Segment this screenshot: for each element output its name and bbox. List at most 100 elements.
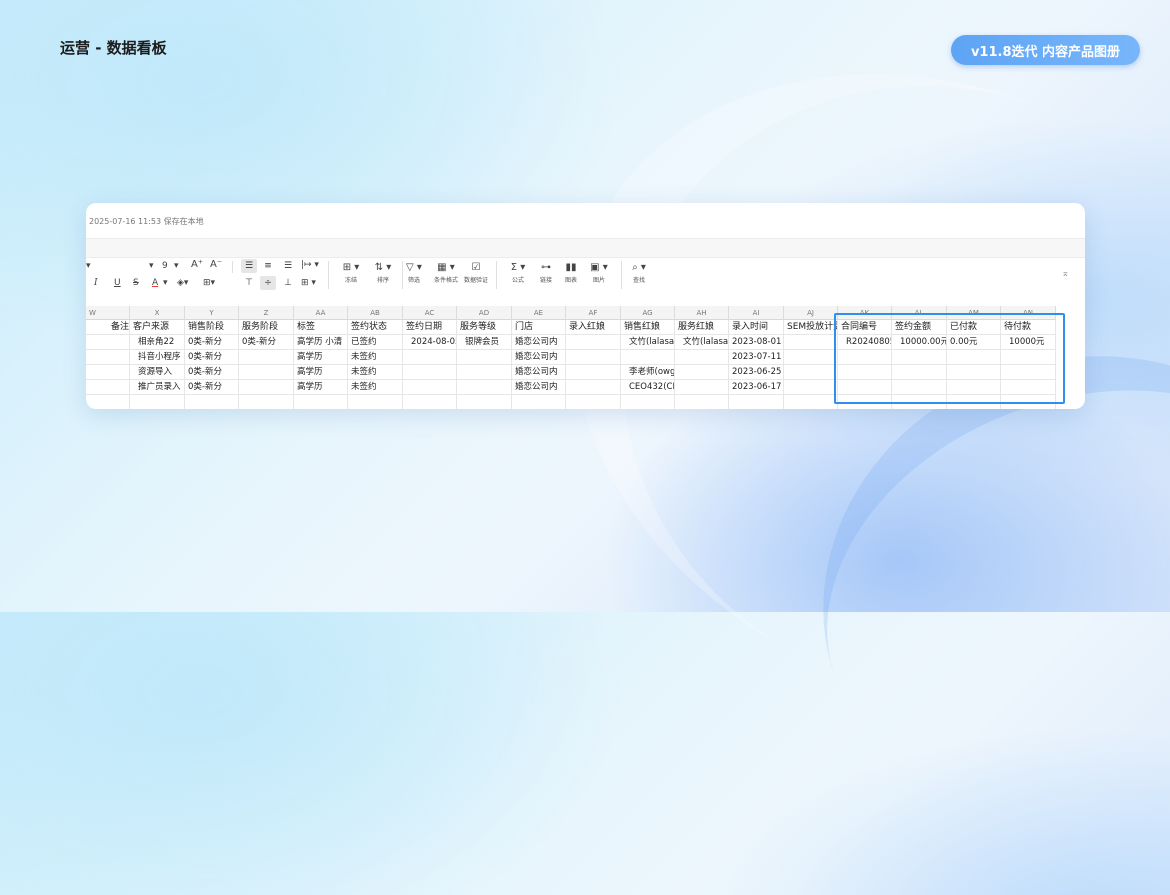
table-cell[interactable]: 婚恋公司内	[512, 335, 566, 350]
table-cell[interactable]: CEO432(CEO	[621, 380, 675, 395]
table-cell[interactable]	[86, 395, 130, 409]
font-grow-button[interactable]: A⁺	[191, 259, 203, 270]
table-cell[interactable]	[784, 350, 838, 365]
table-cell[interactable]: 未签约	[348, 365, 403, 380]
table-cell[interactable]	[239, 395, 294, 409]
table-cell[interactable]	[566, 380, 621, 395]
table-cell[interactable]	[675, 365, 729, 380]
table-cell[interactable]	[784, 380, 838, 395]
table-cell[interactable]: 已签约	[348, 335, 403, 350]
font-shrink-button[interactable]: A⁻	[210, 259, 222, 270]
align-center-icon[interactable]: ≡	[260, 259, 276, 273]
table-cell[interactable]: 文竹(lalasan	[621, 335, 675, 350]
fill-color-icon[interactable]: ◈▾	[177, 278, 188, 288]
table-cell[interactable]	[457, 350, 512, 365]
table-cell[interactable]	[512, 395, 566, 409]
table-cell[interactable]	[294, 395, 348, 409]
table-cell[interactable]	[621, 350, 675, 365]
toolbar-sort[interactable]: ⇅ ▾ 排序	[368, 261, 398, 284]
merge-cells-icon[interactable]: ⊞ ▾	[301, 278, 316, 288]
toolbar-filter[interactable]: ▽ ▾ 筛选	[399, 261, 429, 284]
header-cell[interactable]: 备注	[86, 320, 130, 335]
header-cell[interactable]: 客户来源	[130, 320, 185, 335]
table-cell[interactable]: 高学历	[294, 350, 348, 365]
header-cell[interactable]: 标签	[294, 320, 348, 335]
table-cell[interactable]	[86, 380, 130, 395]
table-cell[interactable]	[675, 380, 729, 395]
table-cell[interactable]: 0类-新分	[185, 380, 239, 395]
table-cell[interactable]	[348, 395, 403, 409]
valign-middle-icon[interactable]: ÷	[260, 276, 276, 290]
italic-button[interactable]: I	[94, 278, 98, 288]
table-cell[interactable]: 2023-07-11 0	[729, 350, 784, 365]
table-cell[interactable]: 抖音小程序	[130, 350, 185, 365]
table-cell[interactable]	[621, 395, 675, 409]
table-cell[interactable]	[784, 335, 838, 350]
toolbar-find[interactable]: ⌕ ▾ 查找	[624, 261, 654, 284]
table-cell[interactable]	[239, 380, 294, 395]
header-cell[interactable]: 录入时间	[729, 320, 784, 335]
header-cell[interactable]: SEM投放计划	[784, 320, 838, 335]
header-cell[interactable]: 签约日期	[403, 320, 457, 335]
table-cell[interactable]	[403, 395, 457, 409]
header-cell[interactable]: 服务阶段	[239, 320, 294, 335]
header-cell[interactable]: 签约状态	[348, 320, 403, 335]
toolbar-freeze[interactable]: ⊞ ▾ 冻结	[336, 261, 366, 284]
table-cell[interactable]: 0类-新分	[239, 335, 294, 350]
table-cell[interactable]: 婚恋公司内	[512, 350, 566, 365]
table-cell[interactable]	[185, 395, 239, 409]
header-cell[interactable]: 销售阶段	[185, 320, 239, 335]
table-cell[interactable]: 2023-06-17 0	[729, 380, 784, 395]
column-header-ai[interactable]: AI	[729, 306, 784, 320]
table-cell[interactable]: 婚恋公司内	[512, 365, 566, 380]
table-cell[interactable]	[86, 350, 130, 365]
column-header-y[interactable]: Y	[185, 306, 239, 320]
table-cell[interactable]	[566, 335, 621, 350]
header-cell[interactable]: 销售红娘	[621, 320, 675, 335]
table-cell[interactable]: 2023-06-25 2	[729, 365, 784, 380]
strikethrough-button[interactable]: S	[133, 278, 139, 288]
toolbar-image[interactable]: ▣ ▾ 图片	[584, 261, 614, 284]
table-cell[interactable]: 未签约	[348, 380, 403, 395]
column-header-aj[interactable]: AJ	[784, 306, 838, 320]
table-cell[interactable]	[729, 395, 784, 409]
table-cell[interactable]: 2024-08-05	[403, 335, 457, 350]
column-header-aa[interactable]: AA	[294, 306, 348, 320]
font-size-select[interactable]: 9	[162, 261, 168, 271]
header-cell[interactable]: 服务等级	[457, 320, 512, 335]
table-cell[interactable]: 相亲角22	[130, 335, 185, 350]
column-header-ag[interactable]: AG	[621, 306, 675, 320]
table-cell[interactable]: 0类-新分	[185, 350, 239, 365]
table-cell[interactable]: 推广员录入	[130, 380, 185, 395]
table-cell[interactable]	[457, 365, 512, 380]
header-cell[interactable]: 服务红娘	[675, 320, 729, 335]
table-cell[interactable]	[457, 395, 512, 409]
column-header-ab[interactable]: AB	[348, 306, 403, 320]
toolbar-data-validation[interactable]: ☑ 数据验证	[461, 261, 491, 284]
column-header-z[interactable]: Z	[239, 306, 294, 320]
table-cell[interactable]	[86, 365, 130, 380]
text-wrap-icon[interactable]: |↦ ▾	[301, 260, 319, 270]
header-cell[interactable]: 录入红娘	[566, 320, 621, 335]
table-cell[interactable]	[784, 395, 838, 409]
table-cell[interactable]	[403, 380, 457, 395]
column-header-af[interactable]: AF	[566, 306, 621, 320]
header-cell[interactable]: 门店	[512, 320, 566, 335]
border-icon[interactable]: ⊞▾	[203, 278, 215, 288]
column-header-ah[interactable]: AH	[675, 306, 729, 320]
toolbar-formula[interactable]: Σ ▾ 公式	[503, 261, 533, 284]
column-header-w[interactable]: W	[86, 306, 130, 320]
table-cell[interactable]: 0类-新分	[185, 365, 239, 380]
table-cell[interactable]	[239, 350, 294, 365]
table-cell[interactable]	[239, 365, 294, 380]
table-cell[interactable]	[457, 380, 512, 395]
table-cell[interactable]: 2023-08-01 1	[729, 335, 784, 350]
table-cell[interactable]: 高学历 小清	[294, 335, 348, 350]
table-cell[interactable]: 婚恋公司内	[512, 380, 566, 395]
valign-bottom-icon[interactable]: ⊥	[280, 276, 296, 290]
table-cell[interactable]	[130, 395, 185, 409]
valign-top-icon[interactable]: ⊤	[241, 276, 257, 290]
table-cell[interactable]: 未签约	[348, 350, 403, 365]
table-cell[interactable]	[403, 350, 457, 365]
table-cell[interactable]	[566, 395, 621, 409]
